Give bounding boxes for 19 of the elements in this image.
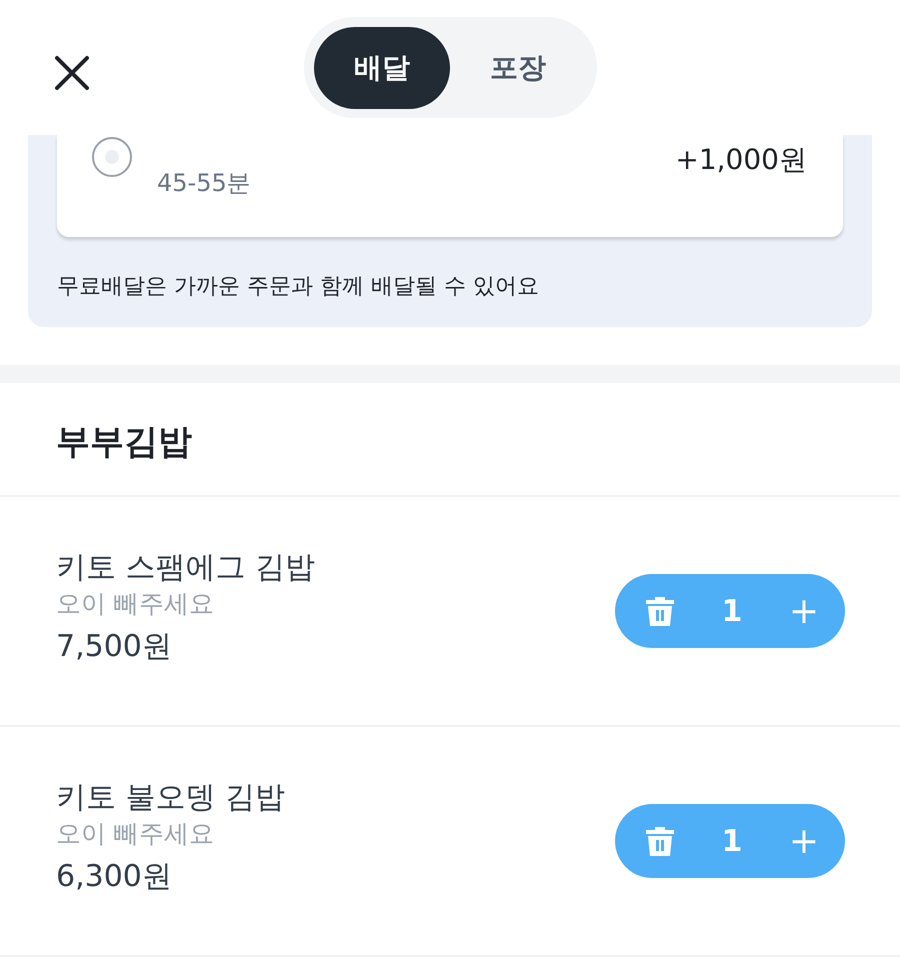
trash-icon[interactable] [645,595,675,627]
tab[interactable]: 포장 [450,26,586,108]
item-option: 오이 빼주세요 [56,818,286,850]
store-name: 부부김밥 [0,383,900,497]
radio-button[interactable] [92,137,132,177]
item-name: 키토 불오뎅 김밥 [56,779,286,817]
quantity: 1 [721,594,742,628]
delivery-time: 45-55분 [157,168,251,199]
close-icon[interactable] [54,55,90,91]
option-card[interactable]: 45-55분 +1,000원 [57,135,843,237]
item-price: 6,300원 [56,858,173,896]
notice-text: 무료배달은 가까운 주문과 함께 배달될 수 있어요 [57,273,540,301]
item-price: 7,500원 [56,628,173,666]
item-option: 오이 빼주세요 [56,588,316,620]
quantity: 1 [721,824,742,858]
delivery-fee: +1,000원 [675,142,807,178]
tab[interactable]: 배달 [314,26,450,108]
item-name: 키토 스팸에그 김밥 [56,549,316,587]
trash-icon[interactable] [645,825,675,857]
